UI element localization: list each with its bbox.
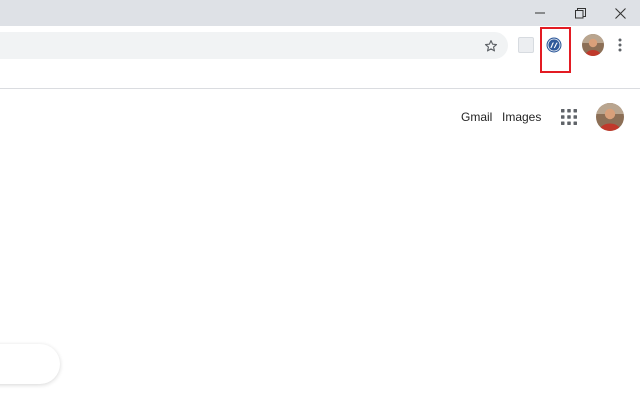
- apps-grid-icon: [561, 109, 577, 125]
- images-link[interactable]: Images: [502, 109, 541, 125]
- gmail-link[interactable]: Gmail: [461, 109, 492, 125]
- browser-toolbar: [0, 26, 640, 64]
- restore-button[interactable]: [560, 0, 600, 26]
- minimize-button[interactable]: [520, 0, 560, 26]
- close-icon: [614, 7, 626, 19]
- extension-button-1[interactable]: [514, 33, 538, 57]
- search-box-edge[interactable]: [0, 344, 60, 384]
- ge-extension-icon: [546, 37, 562, 53]
- profile-avatar[interactable]: [582, 34, 604, 56]
- puzzle-extension-icon: [518, 37, 534, 53]
- google-apps-button[interactable]: [560, 108, 578, 126]
- star-icon: [484, 40, 498, 52]
- vertical-dots-icon: [618, 38, 622, 52]
- title-bar: [0, 0, 640, 26]
- browser-window: Gmail Images: [0, 0, 640, 400]
- close-button[interactable]: [600, 0, 640, 26]
- restore-icon: [574, 7, 586, 18]
- account-avatar[interactable]: [596, 103, 624, 131]
- ge-extension-button[interactable]: [542, 33, 566, 57]
- minimize-icon: [535, 12, 545, 14]
- browser-menu-button[interactable]: [612, 34, 628, 56]
- bookmark-button[interactable]: [480, 35, 502, 57]
- toolbar-divider: [0, 88, 640, 89]
- avatar-icon: [582, 34, 604, 56]
- avatar-icon: [596, 103, 624, 131]
- address-bar[interactable]: [0, 32, 508, 59]
